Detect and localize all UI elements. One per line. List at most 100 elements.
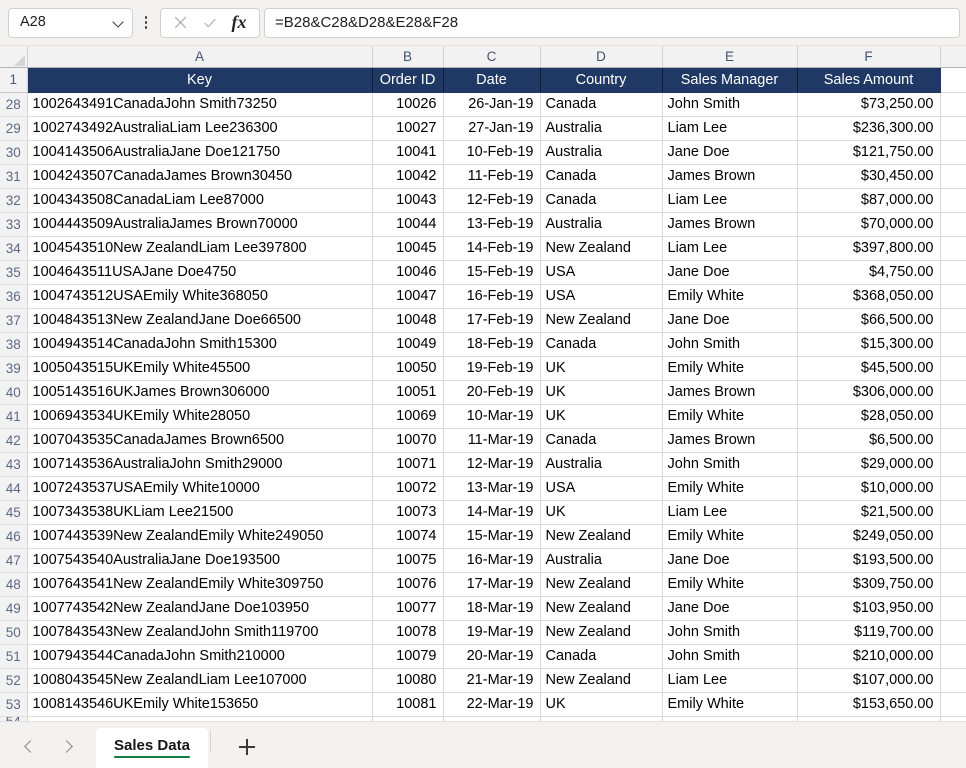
cell-date[interactable]: 20-Feb-19 — [443, 380, 541, 405]
cell-country[interactable]: USA — [540, 284, 663, 309]
row-header-37[interactable]: 37 — [0, 308, 28, 333]
cell-date[interactable]: 15-Mar-19 — [443, 524, 541, 549]
cell-sales-manager[interactable]: Liam Lee — [662, 236, 798, 261]
row-header-49[interactable]: 49 — [0, 596, 28, 621]
row-header-43[interactable]: 43 — [0, 452, 28, 477]
cell-date[interactable]: 16-Feb-19 — [443, 284, 541, 309]
cell-empty-g[interactable] — [940, 308, 966, 333]
cell-sales-manager[interactable]: Jane Doe — [662, 308, 798, 333]
row-header-46[interactable]: 46 — [0, 524, 28, 549]
row-header-48[interactable]: 48 — [0, 572, 28, 597]
row-header-38[interactable]: 38 — [0, 332, 28, 357]
cell-date[interactable]: 13-Mar-19 — [443, 476, 541, 501]
cell-key[interactable]: 1004943514CanadaJohn Smith15300 — [27, 332, 373, 357]
cell-empty-g[interactable] — [940, 620, 966, 645]
cell-key[interactable]: 1004143506AustraliaJane Doe121750 — [27, 140, 373, 165]
row-header-53[interactable]: 53 — [0, 692, 28, 717]
cell-country[interactable]: UK — [540, 692, 663, 717]
cell-sales-manager[interactable]: Liam Lee — [662, 500, 798, 525]
cell-sales-manager[interactable]: James Brown — [662, 428, 798, 453]
cell-country[interactable]: New Zealand — [540, 308, 663, 333]
cell-empty-g[interactable] — [940, 524, 966, 549]
cell-date[interactable]: 26-Jan-19 — [443, 92, 541, 117]
cell-date[interactable]: 27-Jan-19 — [443, 116, 541, 141]
next-sheet-button[interactable] — [50, 732, 82, 762]
cell-country[interactable]: USA — [540, 476, 663, 501]
cell-date[interactable]: 18-Feb-19 — [443, 332, 541, 357]
row-header-42[interactable]: 42 — [0, 428, 28, 453]
cell-order-id[interactable]: 10073 — [372, 500, 444, 525]
cell-empty-g[interactable] — [940, 356, 966, 381]
cell-key[interactable]: 1007943544CanadaJohn Smith210000 — [27, 644, 373, 669]
cell-sales-amount[interactable]: $153,650.00 — [797, 692, 941, 717]
cell-empty-g[interactable] — [940, 500, 966, 525]
cell-date[interactable]: 20-Mar-19 — [443, 644, 541, 669]
cell-sales-manager[interactable]: James Brown — [662, 380, 798, 405]
cell-country[interactable]: New Zealand — [540, 572, 663, 597]
cell-country[interactable]: Australia — [540, 212, 663, 237]
cell-sales-amount[interactable]: $210,000.00 — [797, 644, 941, 669]
cell-sales-amount[interactable]: $15,300.00 — [797, 332, 941, 357]
cell-key[interactable]: 1007843543New ZealandJohn Smith119700 — [27, 620, 373, 645]
row-header-31[interactable]: 31 — [0, 164, 28, 189]
cell-sales-manager[interactable]: James Brown — [662, 212, 798, 237]
cell-empty-g[interactable] — [940, 92, 966, 117]
cell-key[interactable]: 1007243537USAEmily White10000 — [27, 476, 373, 501]
cell-key[interactable]: 1008043545New ZealandLiam Lee107000 — [27, 668, 373, 693]
cell-empty-g[interactable] — [940, 260, 966, 285]
cell-country[interactable]: New Zealand — [540, 236, 663, 261]
cell-sales-manager[interactable]: Jane Doe — [662, 596, 798, 621]
cell-key[interactable]: 1005043515UKEmily White45500 — [27, 356, 373, 381]
cell-date[interactable]: 13-Feb-19 — [443, 212, 541, 237]
cell-empty-g[interactable] — [940, 452, 966, 477]
row-header-50[interactable]: 50 — [0, 620, 28, 645]
partial-cell-a[interactable] — [27, 716, 373, 721]
cell-sales-manager[interactable]: James Brown — [662, 164, 798, 189]
cell-sales-amount[interactable]: $236,300.00 — [797, 116, 941, 141]
row-header-35[interactable]: 35 — [0, 260, 28, 285]
cell-sales-manager[interactable]: Emily White — [662, 356, 798, 381]
cell-sales-manager[interactable]: Emily White — [662, 572, 798, 597]
name-box[interactable]: A28 — [8, 7, 133, 38]
row-header-29[interactable]: 29 — [0, 116, 28, 141]
cell-order-id[interactable]: 10071 — [372, 452, 444, 477]
cell-date[interactable]: 12-Feb-19 — [443, 188, 541, 213]
cell-key[interactable]: 1004543510New ZealandLiam Lee397800 — [27, 236, 373, 261]
cell-date[interactable]: 16-Mar-19 — [443, 548, 541, 573]
cell-sales-amount[interactable]: $306,000.00 — [797, 380, 941, 405]
column-header-g[interactable] — [940, 46, 966, 68]
cell-sales-manager[interactable]: Emily White — [662, 284, 798, 309]
cell-order-id[interactable]: 10070 — [372, 428, 444, 453]
cell-empty-g[interactable] — [940, 116, 966, 141]
cell-sales-amount[interactable]: $309,750.00 — [797, 572, 941, 597]
cell-date[interactable]: 11-Feb-19 — [443, 164, 541, 189]
cell-empty-g[interactable] — [940, 236, 966, 261]
cell-country[interactable]: New Zealand — [540, 668, 663, 693]
formula-input[interactable]: =B28&C28&D28&E28&F28 — [264, 7, 960, 38]
cell-sales-amount[interactable]: $70,000.00 — [797, 212, 941, 237]
cell-date[interactable]: 21-Mar-19 — [443, 668, 541, 693]
cell-empty-g[interactable] — [940, 548, 966, 573]
cell-order-id[interactable]: 10044 — [372, 212, 444, 237]
cell-key[interactable]: 1002743492AustraliaLiam Lee236300 — [27, 116, 373, 141]
cell-order-id[interactable]: 10041 — [372, 140, 444, 165]
cell-order-id[interactable]: 10042 — [372, 164, 444, 189]
cell-country[interactable]: Canada — [540, 188, 663, 213]
cell-sales-amount[interactable]: $29,000.00 — [797, 452, 941, 477]
cell-sales-amount[interactable]: $121,750.00 — [797, 140, 941, 165]
cell-country[interactable]: UK — [540, 500, 663, 525]
row-header-52[interactable]: 52 — [0, 668, 28, 693]
sheet-tab-sales-data[interactable]: Sales Data — [96, 728, 208, 768]
cell-key[interactable]: 1005143516UKJames Brown306000 — [27, 380, 373, 405]
cell-sales-manager[interactable]: John Smith — [662, 620, 798, 645]
cell-sales-manager[interactable]: John Smith — [662, 452, 798, 477]
cell-empty-g[interactable] — [940, 596, 966, 621]
cell-country[interactable]: Australia — [540, 452, 663, 477]
cell-country[interactable]: UK — [540, 380, 663, 405]
more-options-icon[interactable] — [136, 16, 156, 29]
cell-date[interactable]: 17-Mar-19 — [443, 572, 541, 597]
cell-country[interactable]: Canada — [540, 644, 663, 669]
partial-cell-e[interactable] — [662, 716, 798, 721]
column-header-a[interactable]: A — [27, 46, 373, 68]
cell-country[interactable]: New Zealand — [540, 596, 663, 621]
